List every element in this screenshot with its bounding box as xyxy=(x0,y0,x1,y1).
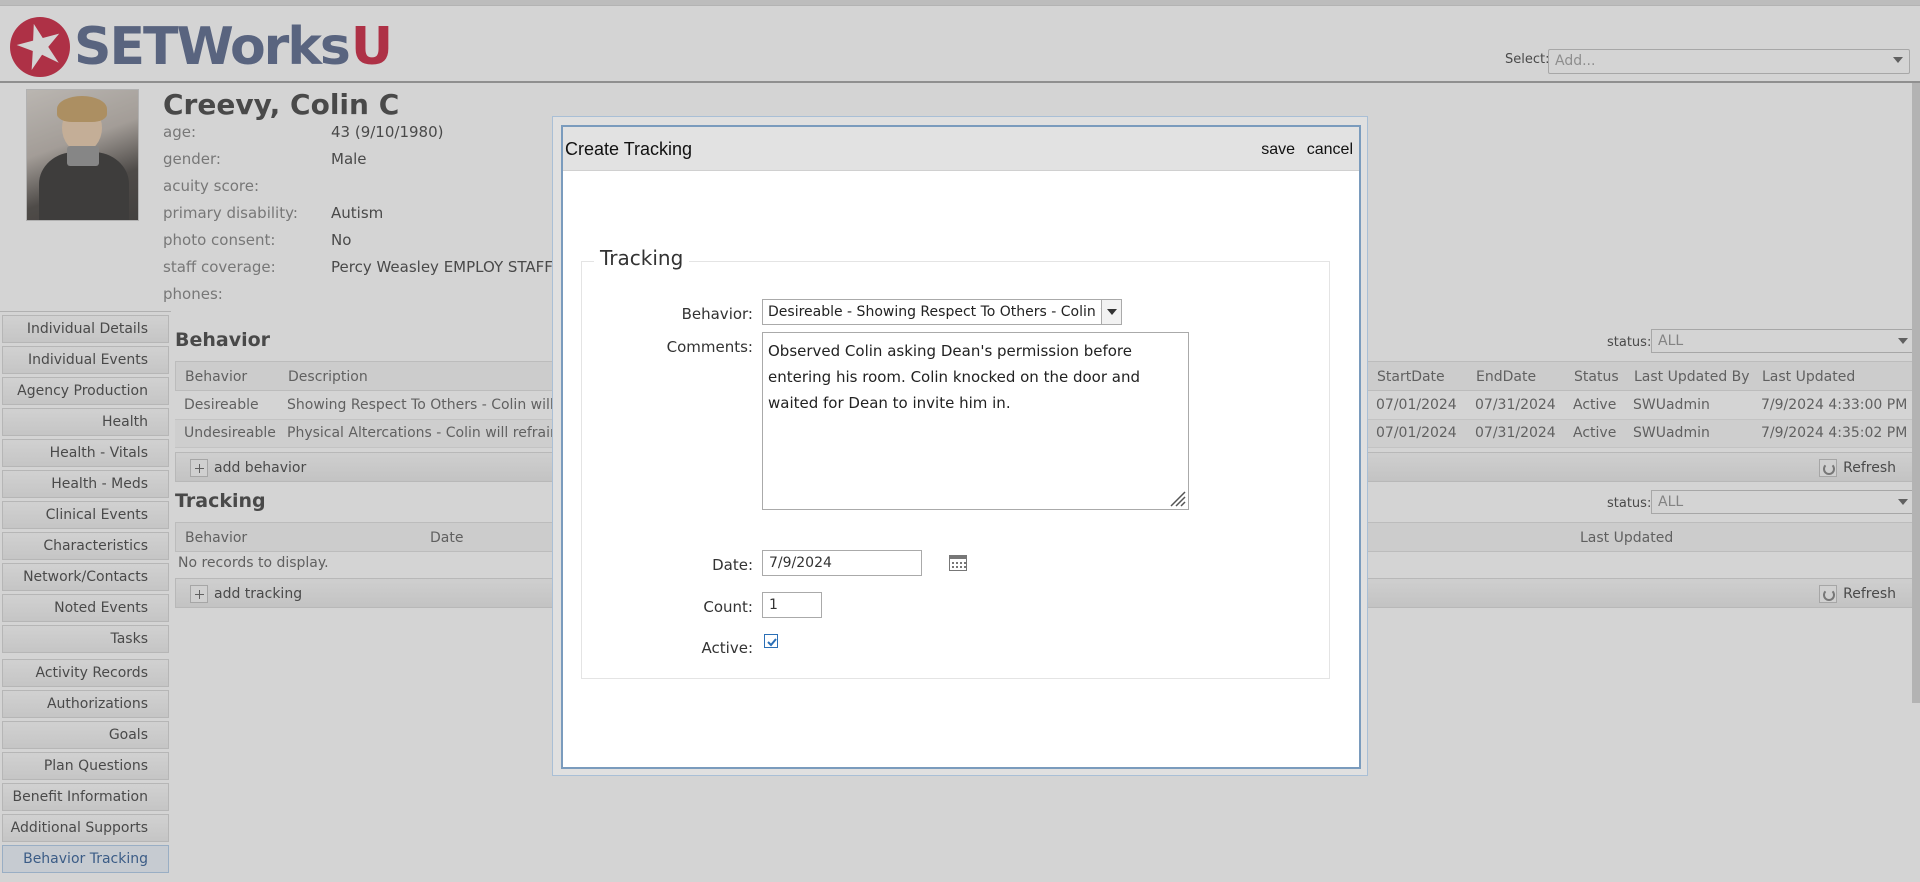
comments-text: Observed Colin asking Dean's permission … xyxy=(768,342,1140,412)
resize-grip-icon[interactable] xyxy=(1168,489,1186,507)
comments-textarea[interactable]: Observed Colin asking Dean's permission … xyxy=(762,332,1189,510)
date-input[interactable]: 7/9/2024 xyxy=(762,550,922,576)
dialog-body: Create Tracking save cancel Tracking Beh… xyxy=(561,125,1361,769)
chevron-down-icon[interactable] xyxy=(1101,300,1121,324)
behavior-dropdown-value: Desireable - Showing Respect To Others -… xyxy=(768,304,1122,320)
active-label: Active: xyxy=(701,639,753,657)
create-tracking-dialog: Create Tracking save cancel Tracking Beh… xyxy=(552,116,1368,776)
check-icon xyxy=(767,638,777,647)
count-input[interactable]: 1 xyxy=(762,592,822,618)
fieldset-legend: Tracking xyxy=(594,246,690,270)
active-checkbox[interactable] xyxy=(764,634,778,648)
date-value: 7/9/2024 xyxy=(769,555,832,571)
dialog-title: Create Tracking xyxy=(565,139,693,159)
comments-label: Comments: xyxy=(666,338,753,356)
dialog-titlebar: Create Tracking save cancel xyxy=(563,127,1359,171)
calendar-icon[interactable] xyxy=(949,555,967,571)
save-button[interactable]: save xyxy=(1261,141,1295,159)
cancel-button[interactable]: cancel xyxy=(1307,141,1353,159)
behavior-dropdown[interactable]: Desireable - Showing Respect To Others -… xyxy=(762,299,1122,325)
behavior-label: Behavior: xyxy=(681,305,753,323)
count-value: 1 xyxy=(769,597,778,613)
date-label: Date: xyxy=(712,556,753,574)
count-label: Count: xyxy=(703,598,753,616)
